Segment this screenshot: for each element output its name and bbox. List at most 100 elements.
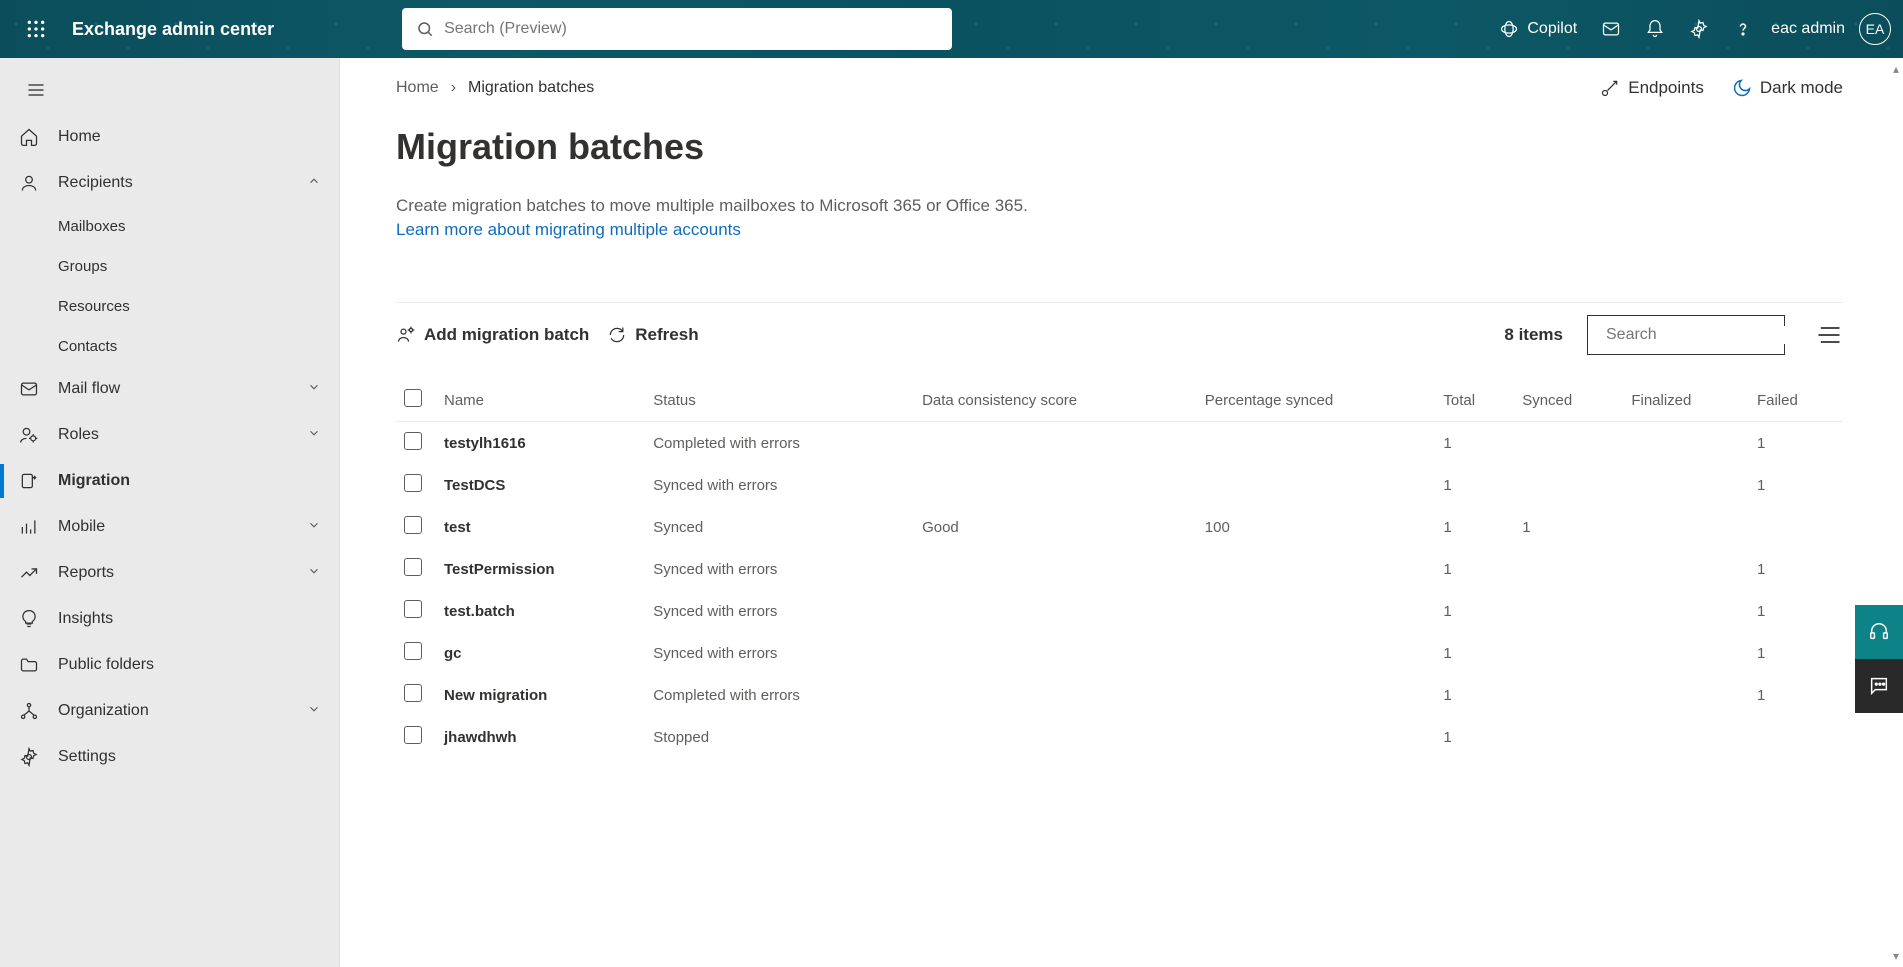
table-row[interactable]: test.batchSynced with errors11 [396, 590, 1843, 632]
avatar-initials: EA [1866, 21, 1885, 37]
scroll-up-icon: ▴ [1893, 62, 1899, 76]
sidebar-item-roles[interactable]: Roles [0, 412, 339, 458]
sidebar-label: Organization [58, 702, 289, 720]
cell-status: Synced [645, 506, 914, 548]
cell-total: 1 [1435, 632, 1514, 674]
cell-failed [1749, 716, 1843, 758]
table-search-input[interactable] [1606, 326, 1813, 344]
feedback-button[interactable] [1855, 659, 1903, 713]
messages-button[interactable] [1591, 5, 1631, 53]
table-row[interactable]: testylh1616Completed with errors11 [396, 422, 1843, 465]
sidebar-sub-resources[interactable]: Resources [0, 286, 339, 326]
cell-total: 1 [1435, 590, 1514, 632]
global-search[interactable] [402, 8, 952, 50]
sidebar-sub-mailboxes[interactable]: Mailboxes [0, 206, 339, 246]
cell-pct [1197, 674, 1436, 716]
row-checkbox[interactable] [404, 432, 422, 450]
cell-synced [1514, 632, 1623, 674]
items-count: 8 items [1504, 325, 1563, 345]
sidebar-item-publicfolders[interactable]: Public folders [0, 642, 339, 688]
action-bar: Add migration batch Refresh 8 items [396, 315, 1843, 355]
col-failed[interactable]: Failed [1749, 379, 1843, 422]
cell-name: test [436, 506, 645, 548]
table-row[interactable]: jhawdhwhStopped1 [396, 716, 1843, 758]
darkmode-button[interactable]: Dark mode [1732, 78, 1843, 98]
cell-dcs [914, 422, 1197, 465]
scroll-down-icon: ▾ [1893, 949, 1899, 963]
sidebar-item-mailflow[interactable]: Mail flow [0, 366, 339, 412]
nav-collapse-button[interactable] [12, 66, 60, 114]
cell-synced [1514, 590, 1623, 632]
cell-total: 1 [1435, 674, 1514, 716]
app-launcher-button[interactable] [12, 5, 60, 53]
select-all-checkbox[interactable] [404, 389, 422, 407]
app-title: Exchange admin center [72, 19, 274, 40]
sidebar-item-insights[interactable]: Insights [0, 596, 339, 642]
row-checkbox[interactable] [404, 600, 422, 618]
bell-icon [1645, 19, 1665, 39]
list-options-button[interactable] [1815, 321, 1843, 349]
add-migration-batch-button[interactable]: Add migration batch [396, 325, 589, 345]
cell-dcs [914, 590, 1197, 632]
learn-more-link[interactable]: Learn more about migrating multiple acco… [396, 220, 741, 240]
person-icon [19, 173, 39, 193]
breadcrumb: Home › Migration batches [396, 79, 594, 97]
sidebar-sub-groups[interactable]: Groups [0, 246, 339, 286]
notifications-button[interactable] [1635, 5, 1675, 53]
col-name[interactable]: Name [436, 379, 645, 422]
table-row[interactable]: New migrationCompleted with errors11 [396, 674, 1843, 716]
col-total[interactable]: Total [1435, 379, 1514, 422]
refresh-button[interactable]: Refresh [607, 325, 698, 345]
row-checkbox[interactable] [404, 558, 422, 576]
settings-button[interactable] [1679, 5, 1719, 53]
sidebar-label: Reports [58, 564, 289, 582]
cell-pct: 100 [1197, 506, 1436, 548]
table-row[interactable]: TestDCSSynced with errors11 [396, 464, 1843, 506]
row-checkbox[interactable] [404, 516, 422, 534]
cell-pct [1197, 632, 1436, 674]
row-checkbox[interactable] [404, 684, 422, 702]
gear-icon [1689, 19, 1709, 39]
cell-status: Stopped [645, 716, 914, 758]
sidebar-item-settings[interactable]: Settings [0, 734, 339, 780]
col-status[interactable]: Status [645, 379, 914, 422]
cell-name: TestPermission [436, 548, 645, 590]
cell-synced [1514, 716, 1623, 758]
endpoints-button[interactable]: Endpoints [1600, 78, 1704, 98]
sidebar-item-migration[interactable]: Migration [0, 458, 339, 504]
sidebar: Home Recipients Mailboxes Groups Resourc… [0, 58, 340, 967]
migration-table: Name Status Data consistency score Perce… [396, 379, 1843, 758]
col-dcs[interactable]: Data consistency score [914, 379, 1197, 422]
copilot-button[interactable]: Copilot [1489, 5, 1587, 53]
table-row[interactable]: testSyncedGood10011 [396, 506, 1843, 548]
sidebar-item-mobile[interactable]: Mobile [0, 504, 339, 550]
sidebar-item-recipients[interactable]: Recipients [0, 160, 339, 206]
mobile-icon [19, 517, 39, 537]
account-avatar[interactable]: EA [1859, 13, 1891, 45]
table-search[interactable] [1587, 315, 1785, 355]
col-pct[interactable]: Percentage synced [1197, 379, 1436, 422]
row-checkbox[interactable] [404, 474, 422, 492]
support-button[interactable] [1855, 605, 1903, 659]
help-icon [1733, 19, 1753, 39]
home-icon [19, 127, 39, 147]
row-checkbox[interactable] [404, 726, 422, 744]
sidebar-item-organization[interactable]: Organization [0, 688, 339, 734]
cell-dcs: Good [914, 506, 1197, 548]
sidebar-sub-contacts[interactable]: Contacts [0, 326, 339, 366]
sidebar-item-home[interactable]: Home [0, 114, 339, 160]
row-checkbox[interactable] [404, 642, 422, 660]
col-finalized[interactable]: Finalized [1623, 379, 1749, 422]
breadcrumb-home[interactable]: Home [396, 79, 439, 97]
cell-finalized [1623, 422, 1749, 465]
cell-total: 1 [1435, 548, 1514, 590]
help-button[interactable] [1723, 5, 1763, 53]
col-synced[interactable]: Synced [1514, 379, 1623, 422]
table-row[interactable]: gcSynced with errors11 [396, 632, 1843, 674]
chevron-up-icon [307, 174, 321, 193]
cell-finalized [1623, 716, 1749, 758]
sidebar-item-reports[interactable]: Reports [0, 550, 339, 596]
global-search-input[interactable] [444, 20, 938, 38]
chevron-down-icon [307, 380, 321, 399]
table-row[interactable]: TestPermissionSynced with errors11 [396, 548, 1843, 590]
